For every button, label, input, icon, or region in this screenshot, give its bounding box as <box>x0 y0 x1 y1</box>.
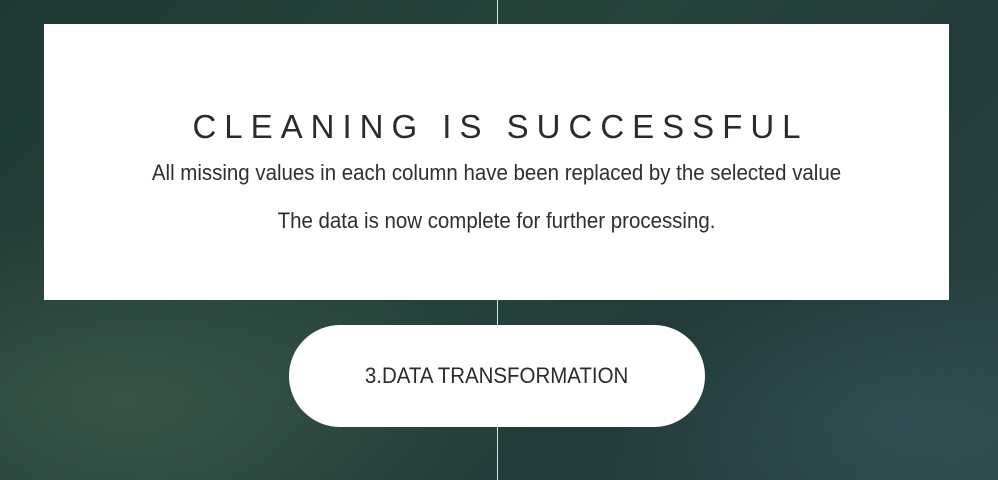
data-transformation-button-label: 3.DATA TRANSFORMATION <box>365 363 629 388</box>
success-description: All missing values in each column have b… <box>151 160 842 185</box>
success-title: CLEANING IS SUCCESSFUL <box>192 108 809 145</box>
success-next-step-text: The data is now complete for further pro… <box>277 208 716 233</box>
data-transformation-button[interactable]: 3.DATA TRANSFORMATION <box>289 325 705 427</box>
success-message-card: CLEANING IS SUCCESSFUL All missing value… <box>44 24 949 300</box>
